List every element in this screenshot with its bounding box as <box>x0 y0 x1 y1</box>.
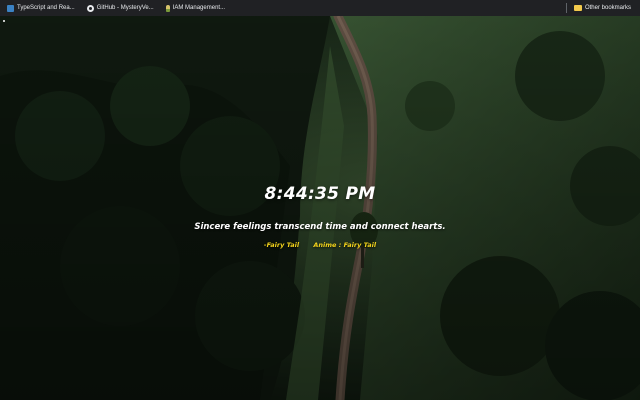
bookmark-github[interactable]: GitHub - MysteryVe... <box>84 2 157 14</box>
bookmarks-divider <box>565 3 567 13</box>
anime-quote: Sincere feelings transcend time and conn… <box>194 222 446 232</box>
bookmark-typescript[interactable]: TypeScript and Rea... <box>4 2 78 14</box>
other-bookmarks-label: Other bookmarks <box>584 5 631 11</box>
bookmark-iam-management[interactable]: IAM Management... <box>163 2 228 14</box>
corner-indicator <box>3 20 5 22</box>
quote-attribution: -Fairy Tail Anime : Fairy Tail <box>0 241 640 249</box>
quote-anime: Anime : Fairy Tail <box>313 241 377 249</box>
quote-character: -Fairy Tail <box>263 241 300 249</box>
bookmark-label: GitHub - MysteryVe... <box>96 5 154 11</box>
typescript-icon <box>7 4 14 12</box>
bookmarks-bar: TypeScript and Rea... GitHub - MysteryVe… <box>0 0 640 16</box>
folder-icon <box>573 5 582 11</box>
github-icon <box>86 4 94 12</box>
iam-icon <box>165 4 170 12</box>
other-bookmarks-button[interactable]: Other bookmarks <box>571 2 634 14</box>
clock: 8:44:35 PM <box>264 184 376 204</box>
bookmark-label: IAM Management... <box>172 5 226 11</box>
new-tab-page: TypeScript and Rea... GitHub - MysteryVe… <box>0 0 640 400</box>
bookmark-label: TypeScript and Rea... <box>17 5 75 11</box>
background-wallpaper <box>0 16 640 400</box>
